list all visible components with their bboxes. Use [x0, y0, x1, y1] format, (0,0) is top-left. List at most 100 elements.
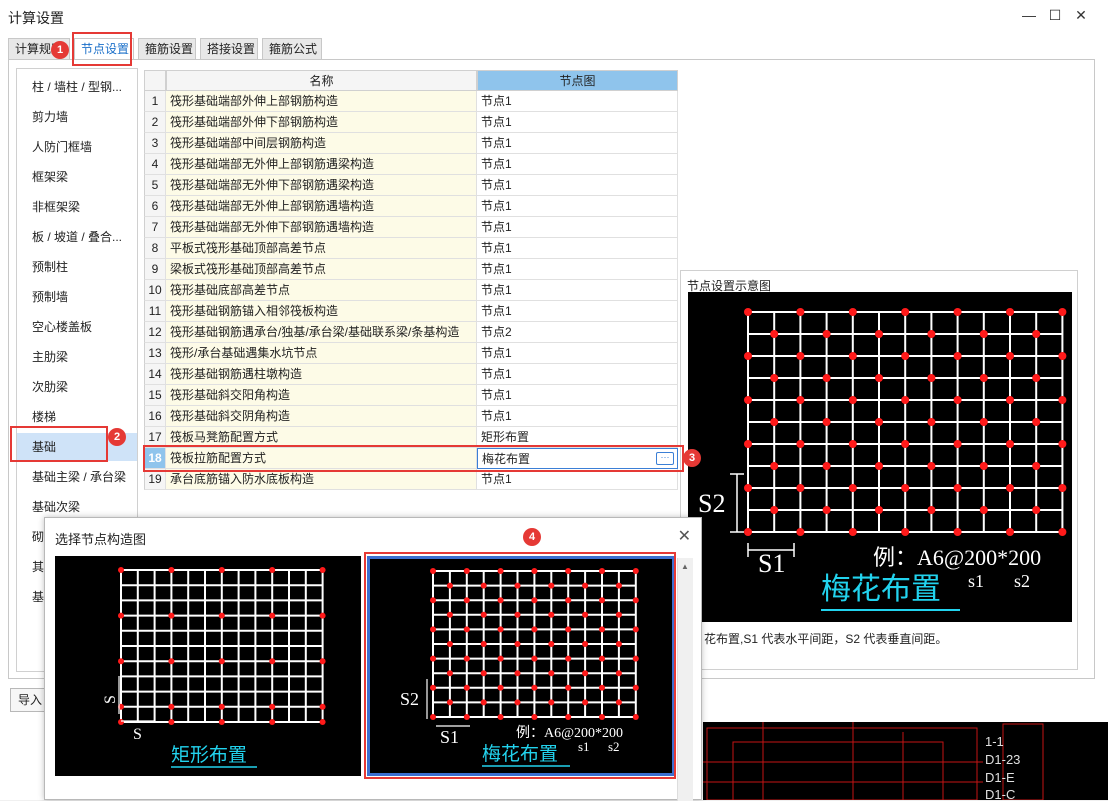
- table-row[interactable]: 14 筏形基础钢筋遇柱墩构造 节点1: [144, 364, 678, 385]
- rebar-tie-dot: [744, 396, 752, 404]
- preview-caption: 梅花布置: [821, 573, 941, 606]
- row-node-value[interactable]: 节点1: [477, 385, 678, 406]
- row-node-value[interactable]: 节点1: [477, 196, 678, 217]
- rect-s-vertical-label: S: [102, 695, 119, 704]
- rebar-tie-dot: [770, 330, 779, 338]
- preview-example-text: 例：A6@200*200: [873, 545, 1041, 570]
- row-node-value[interactable]: 节点1: [477, 238, 678, 259]
- sidebar-item-shear-wall[interactable]: 剪力墙: [17, 103, 137, 131]
- table-row[interactable]: 11 筏形基础钢筋锚入相邻筏板构造 节点1: [144, 301, 678, 322]
- sidebar-item-precast-wall[interactable]: 预制墙: [17, 283, 137, 311]
- row-node-value-text: 节点1: [481, 94, 512, 108]
- row-number: 4: [144, 154, 166, 175]
- tab-stirrup-formula[interactable]: 箍筋公式: [262, 38, 322, 60]
- name-column-header[interactable]: 名称: [166, 70, 477, 91]
- rebar-tie-dot: [796, 528, 805, 536]
- rebar-tie-dot: [1058, 396, 1067, 404]
- row-number: 12: [144, 322, 166, 343]
- node-column-header[interactable]: 节点图: [477, 70, 678, 91]
- rebar-tie-dot: [848, 484, 857, 492]
- rebar-tie-dot: [1058, 484, 1067, 492]
- row-node-value[interactable]: 节点2: [477, 322, 678, 343]
- sidebar-item-foundation-main-beam[interactable]: 基础主梁 / 承台梁: [17, 463, 137, 491]
- rebar-tie-dot: [848, 352, 857, 360]
- rebar-tie-dot: [901, 440, 910, 448]
- sidebar-item-main-rib-beam[interactable]: 主肋梁: [17, 343, 137, 371]
- sidebar-item-non-frame-beam[interactable]: 非框架梁: [17, 193, 137, 221]
- row-node-value[interactable]: 节点1: [477, 259, 678, 280]
- row-node-value[interactable]: 节点1: [477, 301, 678, 322]
- row-node-value[interactable]: 节点1: [477, 91, 678, 112]
- rebar-tie-dot: [744, 352, 752, 360]
- row-node-value[interactable]: 节点1: [477, 154, 678, 175]
- sidebar-item-hollow-slab[interactable]: 空心楼盖板: [17, 313, 137, 341]
- row-name: 平板式筏形基础顶部高差节点: [166, 238, 477, 259]
- rebar-tie-dot: [1006, 440, 1014, 448]
- maximize-button[interactable]: ☐: [1044, 6, 1066, 26]
- rebar-tie-dot: [1032, 506, 1041, 514]
- tab-lap-settings[interactable]: 搭接设置: [200, 38, 258, 60]
- row-node-value[interactable]: 节点1: [477, 280, 678, 301]
- table-row[interactable]: 3 筏形基础端部中间层钢筋构造 节点1: [144, 133, 678, 154]
- rebar-tie-dot: [118, 612, 124, 619]
- table-row[interactable]: 16 筏形基础斜交阴角构造 节点1: [144, 406, 678, 427]
- row-node-value[interactable]: 节点1: [477, 217, 678, 238]
- row-node-value[interactable]: 节点1: [477, 133, 678, 154]
- rebar-tie-dot: [901, 308, 910, 316]
- row-number: 2: [144, 112, 166, 133]
- table-row[interactable]: 10 筏形基础底部高差节点 节点1: [144, 280, 678, 301]
- row-node-value[interactable]: 节点1: [477, 175, 678, 196]
- minimize-button[interactable]: —: [1018, 6, 1040, 26]
- table-row[interactable]: 13 筏形/承台基础遇集水坑节点 节点1: [144, 343, 678, 364]
- row-node-value[interactable]: 节点1: [477, 112, 678, 133]
- rebar-tie-dot: [269, 567, 276, 573]
- rebar-tie-dot: [927, 374, 936, 382]
- row-node-value-text: 节点1: [481, 472, 512, 486]
- rect-caption: 矩形布置: [171, 744, 247, 766]
- table-row[interactable]: 8 平板式筏形基础顶部高差节点 节点1: [144, 238, 678, 259]
- table-row[interactable]: 19 承台底筋锚入防水底板构造 节点1: [144, 469, 678, 490]
- table-row[interactable]: 5 筏形基础端部无外伸下部钢筋遇梁构造 节点1: [144, 175, 678, 196]
- tab-stirrup-settings[interactable]: 箍筋设置: [138, 38, 196, 60]
- option-rectangle-layout[interactable]: S S 矩形布置: [55, 556, 361, 776]
- rebar-tie-dot: [1058, 352, 1067, 360]
- table-row[interactable]: 9 梁板式筏形基础顶部高差节点 节点1: [144, 259, 678, 280]
- table-row[interactable]: 7 筏形基础端部无外伸下部钢筋遇墙构造 节点1: [144, 217, 678, 238]
- table-row[interactable]: 15 筏形基础斜交阳角构造 节点1: [144, 385, 678, 406]
- rebar-tie-dot: [796, 308, 805, 316]
- row-node-value[interactable]: 节点1: [477, 343, 678, 364]
- sidebar-item-precast-column[interactable]: 预制柱: [17, 253, 137, 281]
- table-row[interactable]: 1 筏形基础端部外伸上部钢筋构造 节点1: [144, 91, 678, 112]
- rebar-tie-dot: [927, 506, 936, 514]
- dialog-scrollbar[interactable]: ▲: [677, 558, 693, 801]
- scroll-up-icon[interactable]: ▲: [681, 562, 689, 571]
- row-node-value-text: 节点1: [481, 346, 512, 360]
- row-number: 5: [144, 175, 166, 196]
- rebar-tie-dot: [168, 658, 175, 665]
- rebar-tie-dot: [269, 612, 276, 619]
- rebar-tie-dot: [875, 462, 883, 470]
- row-node-value[interactable]: 节点1: [477, 406, 678, 427]
- row-number: 15: [144, 385, 166, 406]
- row-node-value[interactable]: 节点1: [477, 364, 678, 385]
- rebar-tie-dot: [901, 352, 910, 360]
- sidebar-item-civil-defense-door[interactable]: 人防门框墙: [17, 133, 137, 161]
- table-row[interactable]: 4 筏形基础端部无外伸上部钢筋遇梁构造 节点1: [144, 154, 678, 175]
- sidebar-item-secondary-rib-beam[interactable]: 次肋梁: [17, 373, 137, 401]
- sidebar-item-frame-beam[interactable]: 框架梁: [17, 163, 137, 191]
- table-row[interactable]: 6 筏形基础端部无外伸上部钢筋遇墙构造 节点1: [144, 196, 678, 217]
- dialog-close-icon[interactable]: ✕: [678, 526, 691, 546]
- rebar-tie-dot: [1032, 374, 1041, 382]
- row-name: 筏形基础端部外伸上部钢筋构造: [166, 91, 477, 112]
- title-bar: 计算设置 — ☐ ✕: [0, 0, 1108, 32]
- sidebar-item-column[interactable]: 柱 / 墙柱 / 型钢...: [17, 73, 137, 101]
- close-button[interactable]: ✕: [1070, 6, 1092, 26]
- preview-s2-sub: s2: [1014, 571, 1030, 591]
- sidebar-item-slab[interactable]: 板 / 坡道 / 叠合...: [17, 223, 137, 251]
- row-node-value[interactable]: 节点1: [477, 469, 678, 490]
- table-row[interactable]: 12 筏形基础钢筋遇承台/独基/承台梁/基础联系梁/条基构造 节点2: [144, 322, 678, 343]
- table-row[interactable]: 2 筏形基础端部外伸下部钢筋构造 节点1: [144, 112, 678, 133]
- annotation-badge-2: 2: [108, 428, 126, 446]
- rebar-tie-dot: [319, 612, 326, 619]
- annotation-box-foundation: [10, 426, 108, 462]
